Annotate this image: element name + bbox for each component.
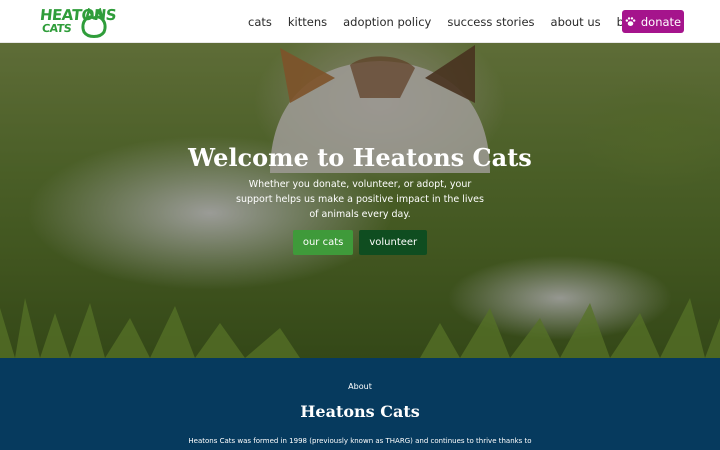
hero-title: Welcome to Heatons Cats	[188, 143, 532, 172]
paw-icon	[625, 17, 636, 26]
about-text: Heatons Cats was formed in 1998 (previou…	[188, 437, 532, 445]
main-nav: cats kittens adoption policy success sto…	[248, 0, 657, 43]
hero-section: Welcome to Heatons Cats Whether you dona…	[0, 43, 720, 358]
logo-text-bottom: CATS	[41, 22, 72, 35]
site-logo[interactable]: HEATONS CATS	[38, 5, 117, 39]
volunteer-button[interactable]: volunteer	[359, 230, 428, 255]
about-eyebrow: About	[348, 382, 372, 391]
donate-label: donate	[640, 14, 682, 29]
nav-kittens[interactable]: kittens	[288, 15, 327, 29]
nav-cats[interactable]: cats	[248, 15, 272, 29]
site-header: HEATONS CATS cats kittens adoption polic…	[0, 0, 720, 43]
nav-about-us[interactable]: about us	[551, 15, 601, 29]
hero-subtitle: Whether you donate, volunteer, or adopt,…	[236, 179, 484, 220]
nav-adoption-policy[interactable]: adoption policy	[343, 15, 431, 29]
donate-button[interactable]: donate	[622, 10, 684, 33]
about-section: About Heatons Cats Heatons Cats was form…	[0, 358, 720, 450]
nav-success-stories[interactable]: success stories	[447, 15, 534, 29]
hero-buttons: our cats volunteer	[0, 230, 720, 255]
our-cats-button[interactable]: our cats	[292, 230, 354, 255]
about-title: Heatons Cats	[300, 402, 420, 421]
cat-logo-icon	[81, 8, 107, 38]
